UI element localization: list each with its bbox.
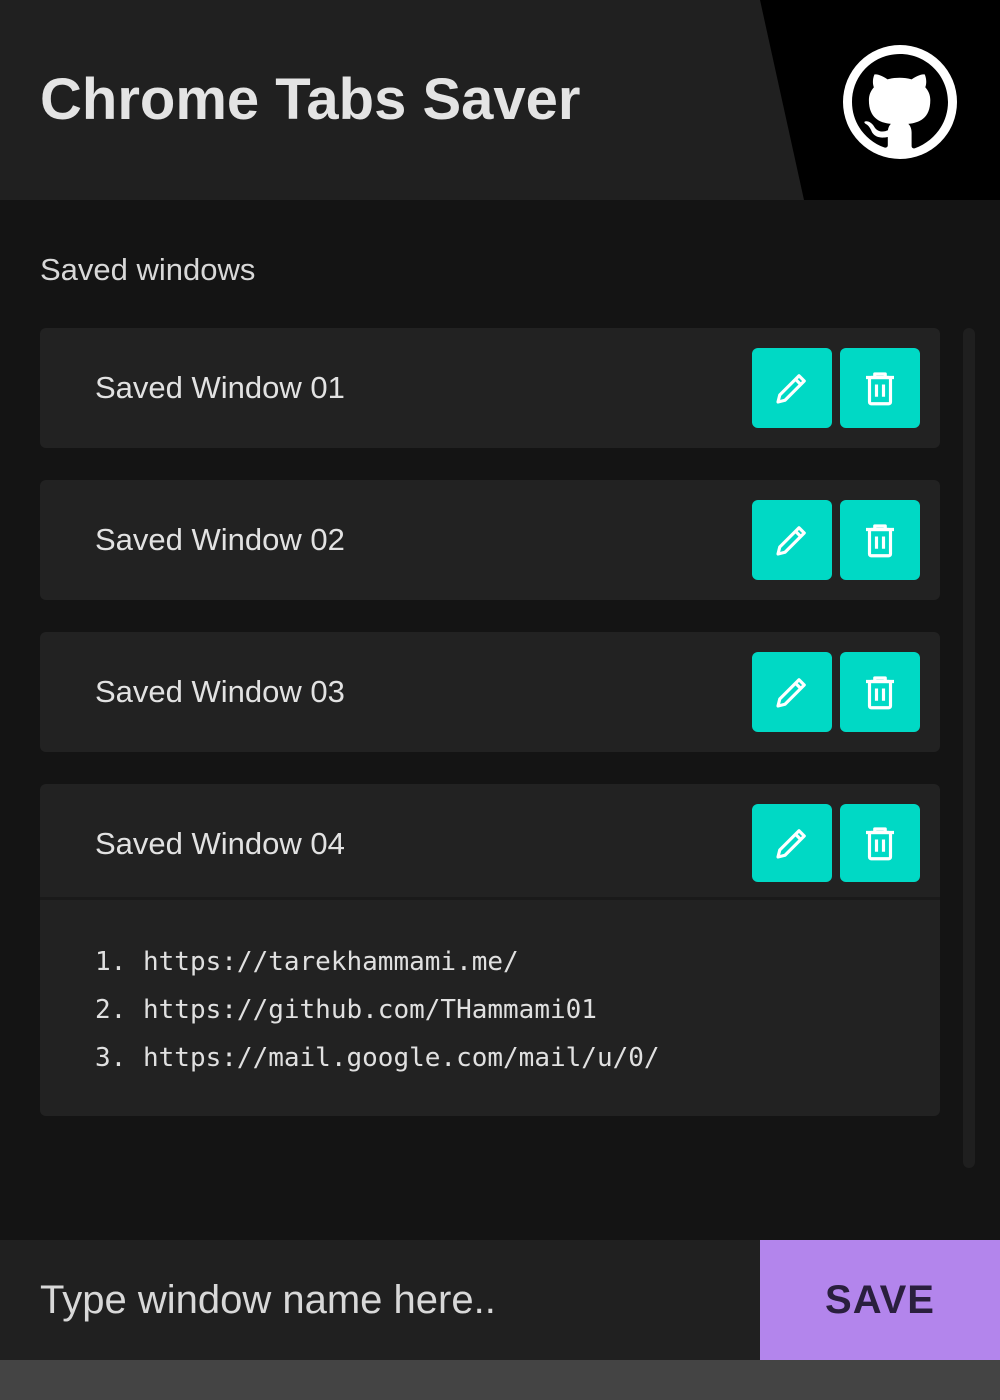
trash-icon [866, 827, 894, 861]
pencil-icon [776, 829, 806, 859]
app-title: Chrome Tabs Saver [40, 67, 581, 132]
tab-url-item[interactable]: 1. https://tarekhammami.me/ [95, 938, 940, 986]
tab-url-list: 1. https://tarekhammami.me/ 2. https://git… [40, 900, 940, 1116]
github-icon[interactable] [842, 44, 958, 160]
tab-url-item[interactable]: 3. https://mail.google.com/mail/u/0/ [95, 1034, 940, 1082]
pencil-icon [776, 374, 806, 404]
save-button[interactable]: SAVE [760, 1240, 1000, 1360]
saved-window-card: Saved Window 03 [40, 632, 940, 752]
section-label: Saved windows [40, 252, 256, 287]
saved-window-header[interactable]: Saved Window 01 [40, 328, 940, 448]
saved-window-name[interactable]: Saved Window 04 [95, 826, 345, 862]
saved-window-name[interactable]: Saved Window 03 [95, 674, 345, 710]
saved-window-header[interactable]: Saved Window 04 [40, 784, 940, 900]
window-name-input[interactable] [0, 1240, 760, 1360]
app-root: Chrome Tabs Saver Saved windows Saved Wi… [0, 0, 1000, 1400]
tab-url-item[interactable]: 2. https://github.com/THammami01 [95, 986, 940, 1034]
trash-icon [866, 372, 894, 406]
list-scrollbar[interactable] [963, 328, 975, 1168]
pencil-icon [776, 526, 806, 556]
saved-windows-list: Saved Window 01 Saved Window 02 Saved Wi… [40, 328, 940, 1148]
delete-button[interactable] [840, 500, 920, 580]
delete-button[interactable] [840, 348, 920, 428]
trash-icon [866, 524, 894, 558]
delete-button[interactable] [840, 652, 920, 732]
saved-window-header[interactable]: Saved Window 02 [40, 480, 940, 600]
edit-button[interactable] [752, 804, 832, 882]
tab-url[interactable]: https://tarekhammami.me/ [143, 947, 519, 977]
delete-button[interactable] [840, 804, 920, 882]
header: Chrome Tabs Saver [0, 0, 1000, 200]
tab-url[interactable]: https://mail.google.com/mail/u/0/ [143, 1043, 660, 1073]
tab-url-number: 2. [95, 995, 127, 1025]
tab-url-number: 3. [95, 1043, 127, 1073]
saved-window-header[interactable]: Saved Window 03 [40, 632, 940, 752]
tab-url-number: 1. [95, 947, 127, 977]
footer: SAVE [0, 1240, 1000, 1360]
pencil-icon [776, 678, 806, 708]
edit-button[interactable] [752, 500, 832, 580]
bottom-bar [0, 1360, 1000, 1400]
edit-button[interactable] [752, 652, 832, 732]
saved-window-name[interactable]: Saved Window 02 [95, 522, 345, 558]
tab-url[interactable]: https://github.com/THammami01 [143, 995, 597, 1025]
edit-button[interactable] [752, 348, 832, 428]
saved-window-name[interactable]: Saved Window 01 [95, 370, 345, 406]
saved-window-card: Saved Window 02 [40, 480, 940, 600]
saved-window-card: Saved Window 01 [40, 328, 940, 448]
trash-icon [866, 676, 894, 710]
saved-window-card-expanded: Saved Window 04 1. https://tarekhammami.m… [40, 784, 940, 1116]
